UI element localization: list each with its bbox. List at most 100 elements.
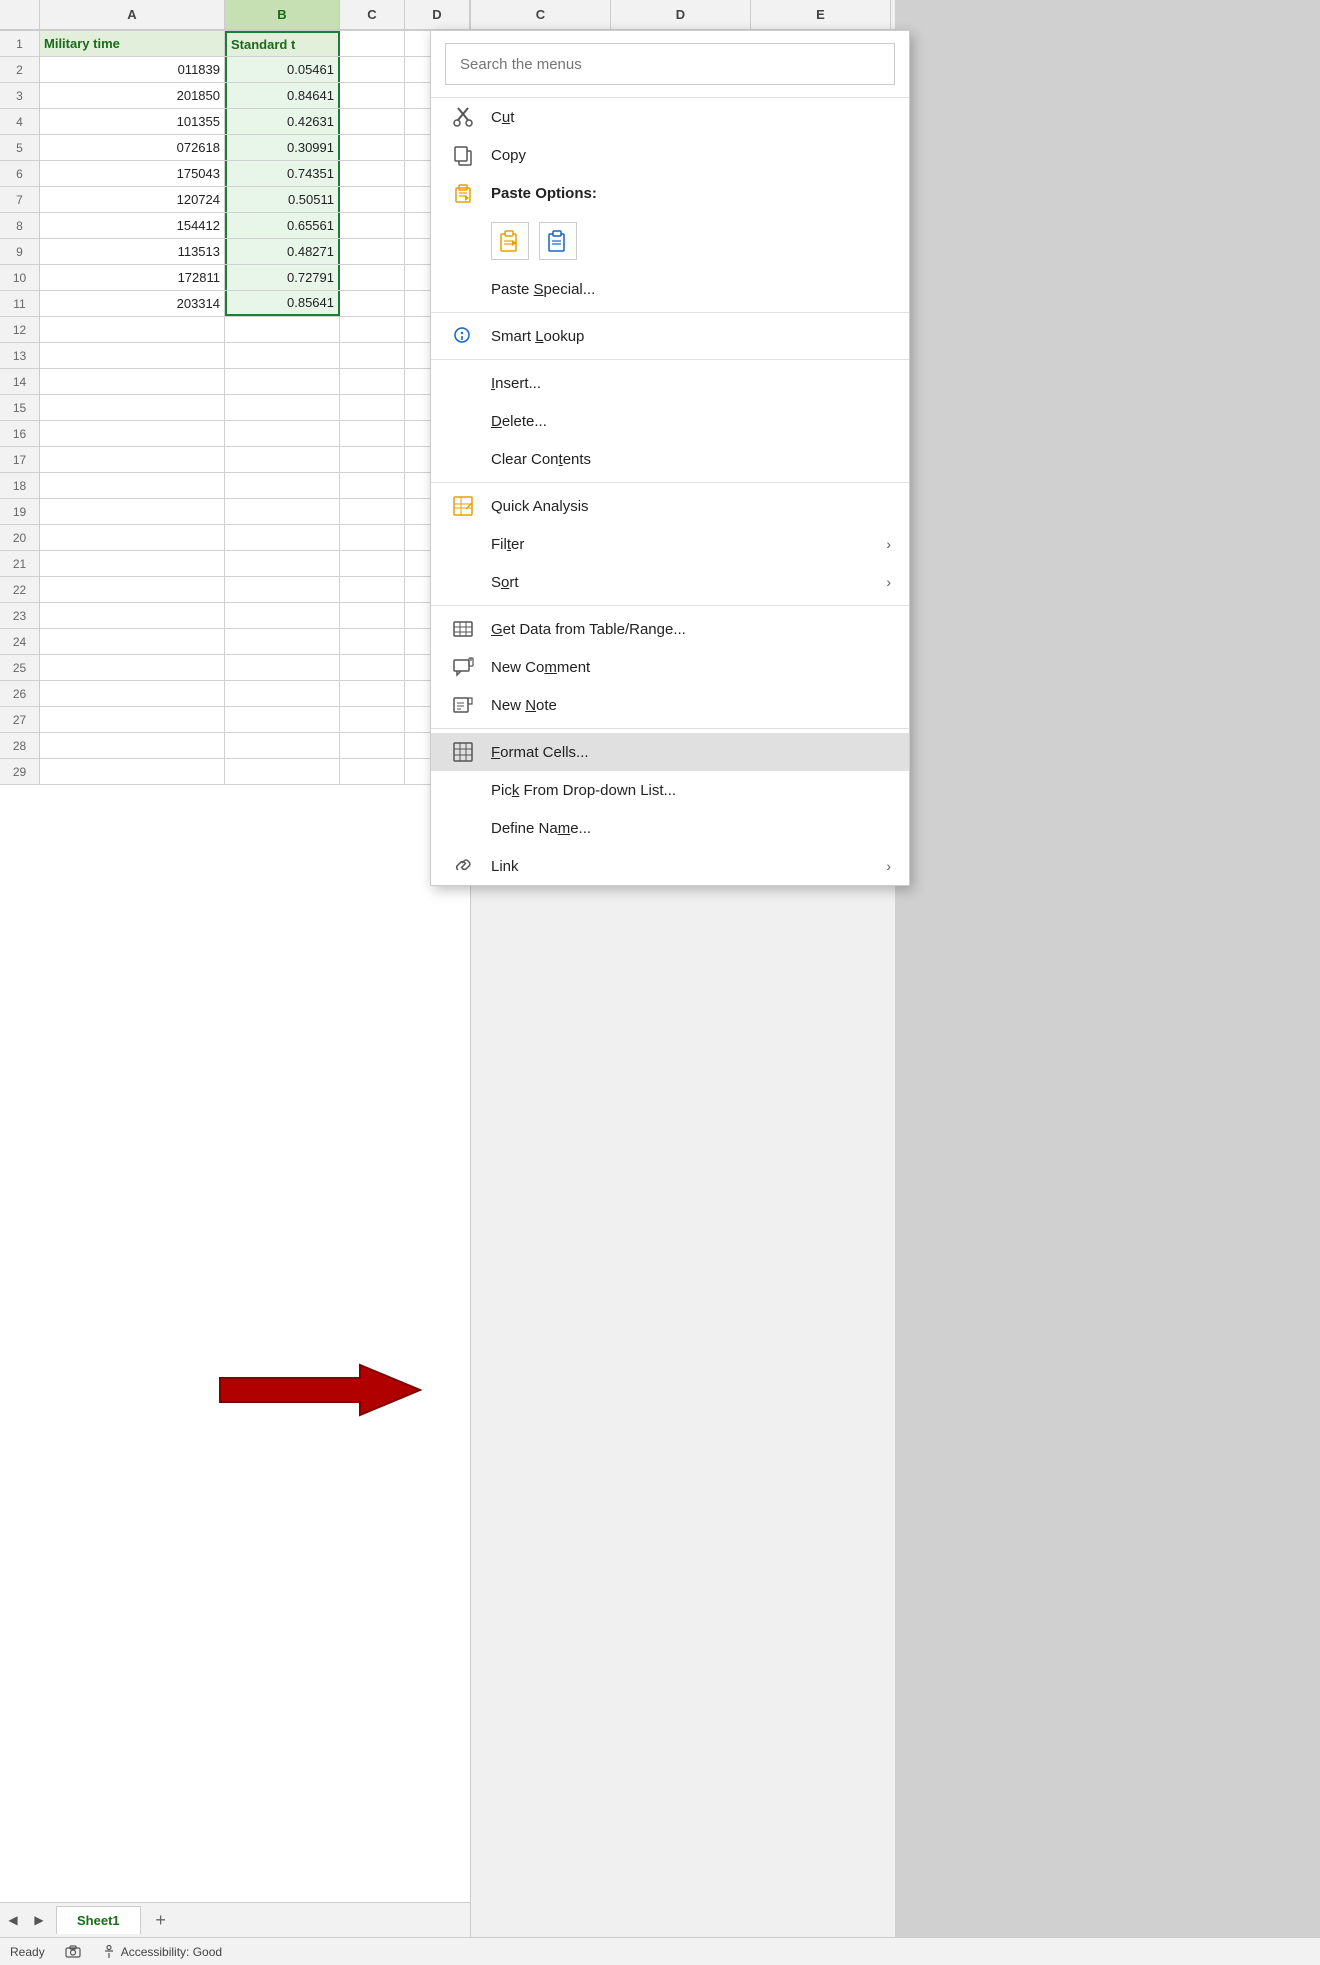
cell-a-8[interactable]: 154412 <box>40 213 225 238</box>
cell-c-21[interactable] <box>340 551 405 576</box>
cell-a-25[interactable] <box>40 655 225 680</box>
menu-item-smart-lookup[interactable]: Smart Lookup <box>431 317 909 355</box>
cell-c-10[interactable] <box>340 265 405 290</box>
col-header-d2[interactable]: D <box>405 0 470 30</box>
cell-a-21[interactable] <box>40 551 225 576</box>
cell-b-16[interactable] <box>225 421 340 446</box>
cell-b-11[interactable]: 0.85641 <box>225 291 340 316</box>
cell-b-9[interactable]: 0.48271 <box>225 239 340 264</box>
cell-c-17[interactable] <box>340 447 405 472</box>
cell-a-17[interactable] <box>40 447 225 472</box>
cell-b-17[interactable] <box>225 447 340 472</box>
cell-c-12[interactable] <box>340 317 405 342</box>
cell-b-21[interactable] <box>225 551 340 576</box>
menu-item-format-cells[interactable]: Format Cells... <box>431 733 909 771</box>
tab-nav-left[interactable]: ◀ <box>3 1910 23 1930</box>
cell-c-11[interactable] <box>340 291 405 316</box>
cell-c-23[interactable] <box>340 603 405 628</box>
cell-a-14[interactable] <box>40 369 225 394</box>
cell-a-23[interactable] <box>40 603 225 628</box>
cell-b-4[interactable]: 0.42631 <box>225 109 340 134</box>
cell-c-1[interactable] <box>340 31 405 56</box>
menu-item-quick-analysis[interactable]: Quick Analysis <box>431 487 909 525</box>
menu-item-clear-contents[interactable]: Clear Contents <box>431 440 909 478</box>
cell-c-13[interactable] <box>340 343 405 368</box>
cell-a-6[interactable]: 175043 <box>40 161 225 186</box>
cell-c-25[interactable] <box>340 655 405 680</box>
cell-b-3[interactable]: 0.84641 <box>225 83 340 108</box>
cell-a-29[interactable] <box>40 759 225 784</box>
cell-a-22[interactable] <box>40 577 225 602</box>
cell-a-18[interactable] <box>40 473 225 498</box>
cell-c-29[interactable] <box>340 759 405 784</box>
cell-c-19[interactable] <box>340 499 405 524</box>
menu-item-get-data[interactable]: Get Data from Table/Range... <box>431 610 909 648</box>
paste-btn-2[interactable] <box>539 222 577 260</box>
cell-b-20[interactable] <box>225 525 340 550</box>
menu-item-pick-dropdown[interactable]: Pick From Drop-down List... <box>431 771 909 809</box>
menu-item-insert[interactable]: Insert... <box>431 364 909 402</box>
cell-b-2[interactable]: 0.05461 <box>225 57 340 82</box>
col-header-a[interactable]: A <box>40 0 225 30</box>
tab-nav-right[interactable]: ▶ <box>29 1910 49 1930</box>
menu-item-delete[interactable]: Delete... <box>431 402 909 440</box>
cell-b-15[interactable] <box>225 395 340 420</box>
col-header-b[interactable]: B <box>225 0 340 30</box>
cell-a-20[interactable] <box>40 525 225 550</box>
cell-c-15[interactable] <box>340 395 405 420</box>
cell-b-18[interactable] <box>225 473 340 498</box>
cell-b-12[interactable] <box>225 317 340 342</box>
menu-item-define-name[interactable]: Define Name... <box>431 809 909 847</box>
menu-item-cut[interactable]: Cut <box>431 98 909 136</box>
cell-a-9[interactable]: 113513 <box>40 239 225 264</box>
cell-a-24[interactable] <box>40 629 225 654</box>
cell-a-1[interactable]: Military time <box>40 31 225 56</box>
cell-a-5[interactable]: 072618 <box>40 135 225 160</box>
cell-c-4[interactable] <box>340 109 405 134</box>
cell-a-7[interactable]: 120724 <box>40 187 225 212</box>
add-sheet-button[interactable]: + <box>147 1906 175 1934</box>
cell-c-22[interactable] <box>340 577 405 602</box>
cell-c-20[interactable] <box>340 525 405 550</box>
menu-item-copy[interactable]: Copy <box>431 136 909 174</box>
cell-a-28[interactable] <box>40 733 225 758</box>
cell-b-10[interactable]: 0.72791 <box>225 265 340 290</box>
cell-c-3[interactable] <box>340 83 405 108</box>
cell-b-29[interactable] <box>225 759 340 784</box>
cell-b-13[interactable] <box>225 343 340 368</box>
menu-item-new-comment[interactable]: New Comment <box>431 648 909 686</box>
cell-a-10[interactable]: 172811 <box>40 265 225 290</box>
cell-b-24[interactable] <box>225 629 340 654</box>
cell-b-6[interactable]: 0.74351 <box>225 161 340 186</box>
cell-c-18[interactable] <box>340 473 405 498</box>
menu-search-input[interactable] <box>445 43 895 85</box>
cell-b-19[interactable] <box>225 499 340 524</box>
cell-c-16[interactable] <box>340 421 405 446</box>
cell-b-14[interactable] <box>225 369 340 394</box>
cell-a-27[interactable] <box>40 707 225 732</box>
cell-a-12[interactable] <box>40 317 225 342</box>
cell-c-24[interactable] <box>340 629 405 654</box>
cell-b-1[interactable]: Standard t <box>225 31 340 56</box>
cell-b-25[interactable] <box>225 655 340 680</box>
menu-item-link[interactable]: Link › <box>431 847 909 885</box>
cell-a-15[interactable] <box>40 395 225 420</box>
col-header-c2[interactable]: C <box>340 0 405 30</box>
cell-b-22[interactable] <box>225 577 340 602</box>
paste-btn-1[interactable] <box>491 222 529 260</box>
cell-c-14[interactable] <box>340 369 405 394</box>
cell-c-5[interactable] <box>340 135 405 160</box>
cell-a-26[interactable] <box>40 681 225 706</box>
cell-c-27[interactable] <box>340 707 405 732</box>
cell-b-7[interactable]: 0.50511 <box>225 187 340 212</box>
cell-c-28[interactable] <box>340 733 405 758</box>
cell-b-26[interactable] <box>225 681 340 706</box>
menu-item-filter[interactable]: Filter › <box>431 525 909 563</box>
cell-a-4[interactable]: 101355 <box>40 109 225 134</box>
cell-c-9[interactable] <box>340 239 405 264</box>
cell-b-28[interactable] <box>225 733 340 758</box>
menu-item-new-note[interactable]: New Note <box>431 686 909 724</box>
cell-b-23[interactable] <box>225 603 340 628</box>
cell-c-8[interactable] <box>340 213 405 238</box>
cell-c-7[interactable] <box>340 187 405 212</box>
